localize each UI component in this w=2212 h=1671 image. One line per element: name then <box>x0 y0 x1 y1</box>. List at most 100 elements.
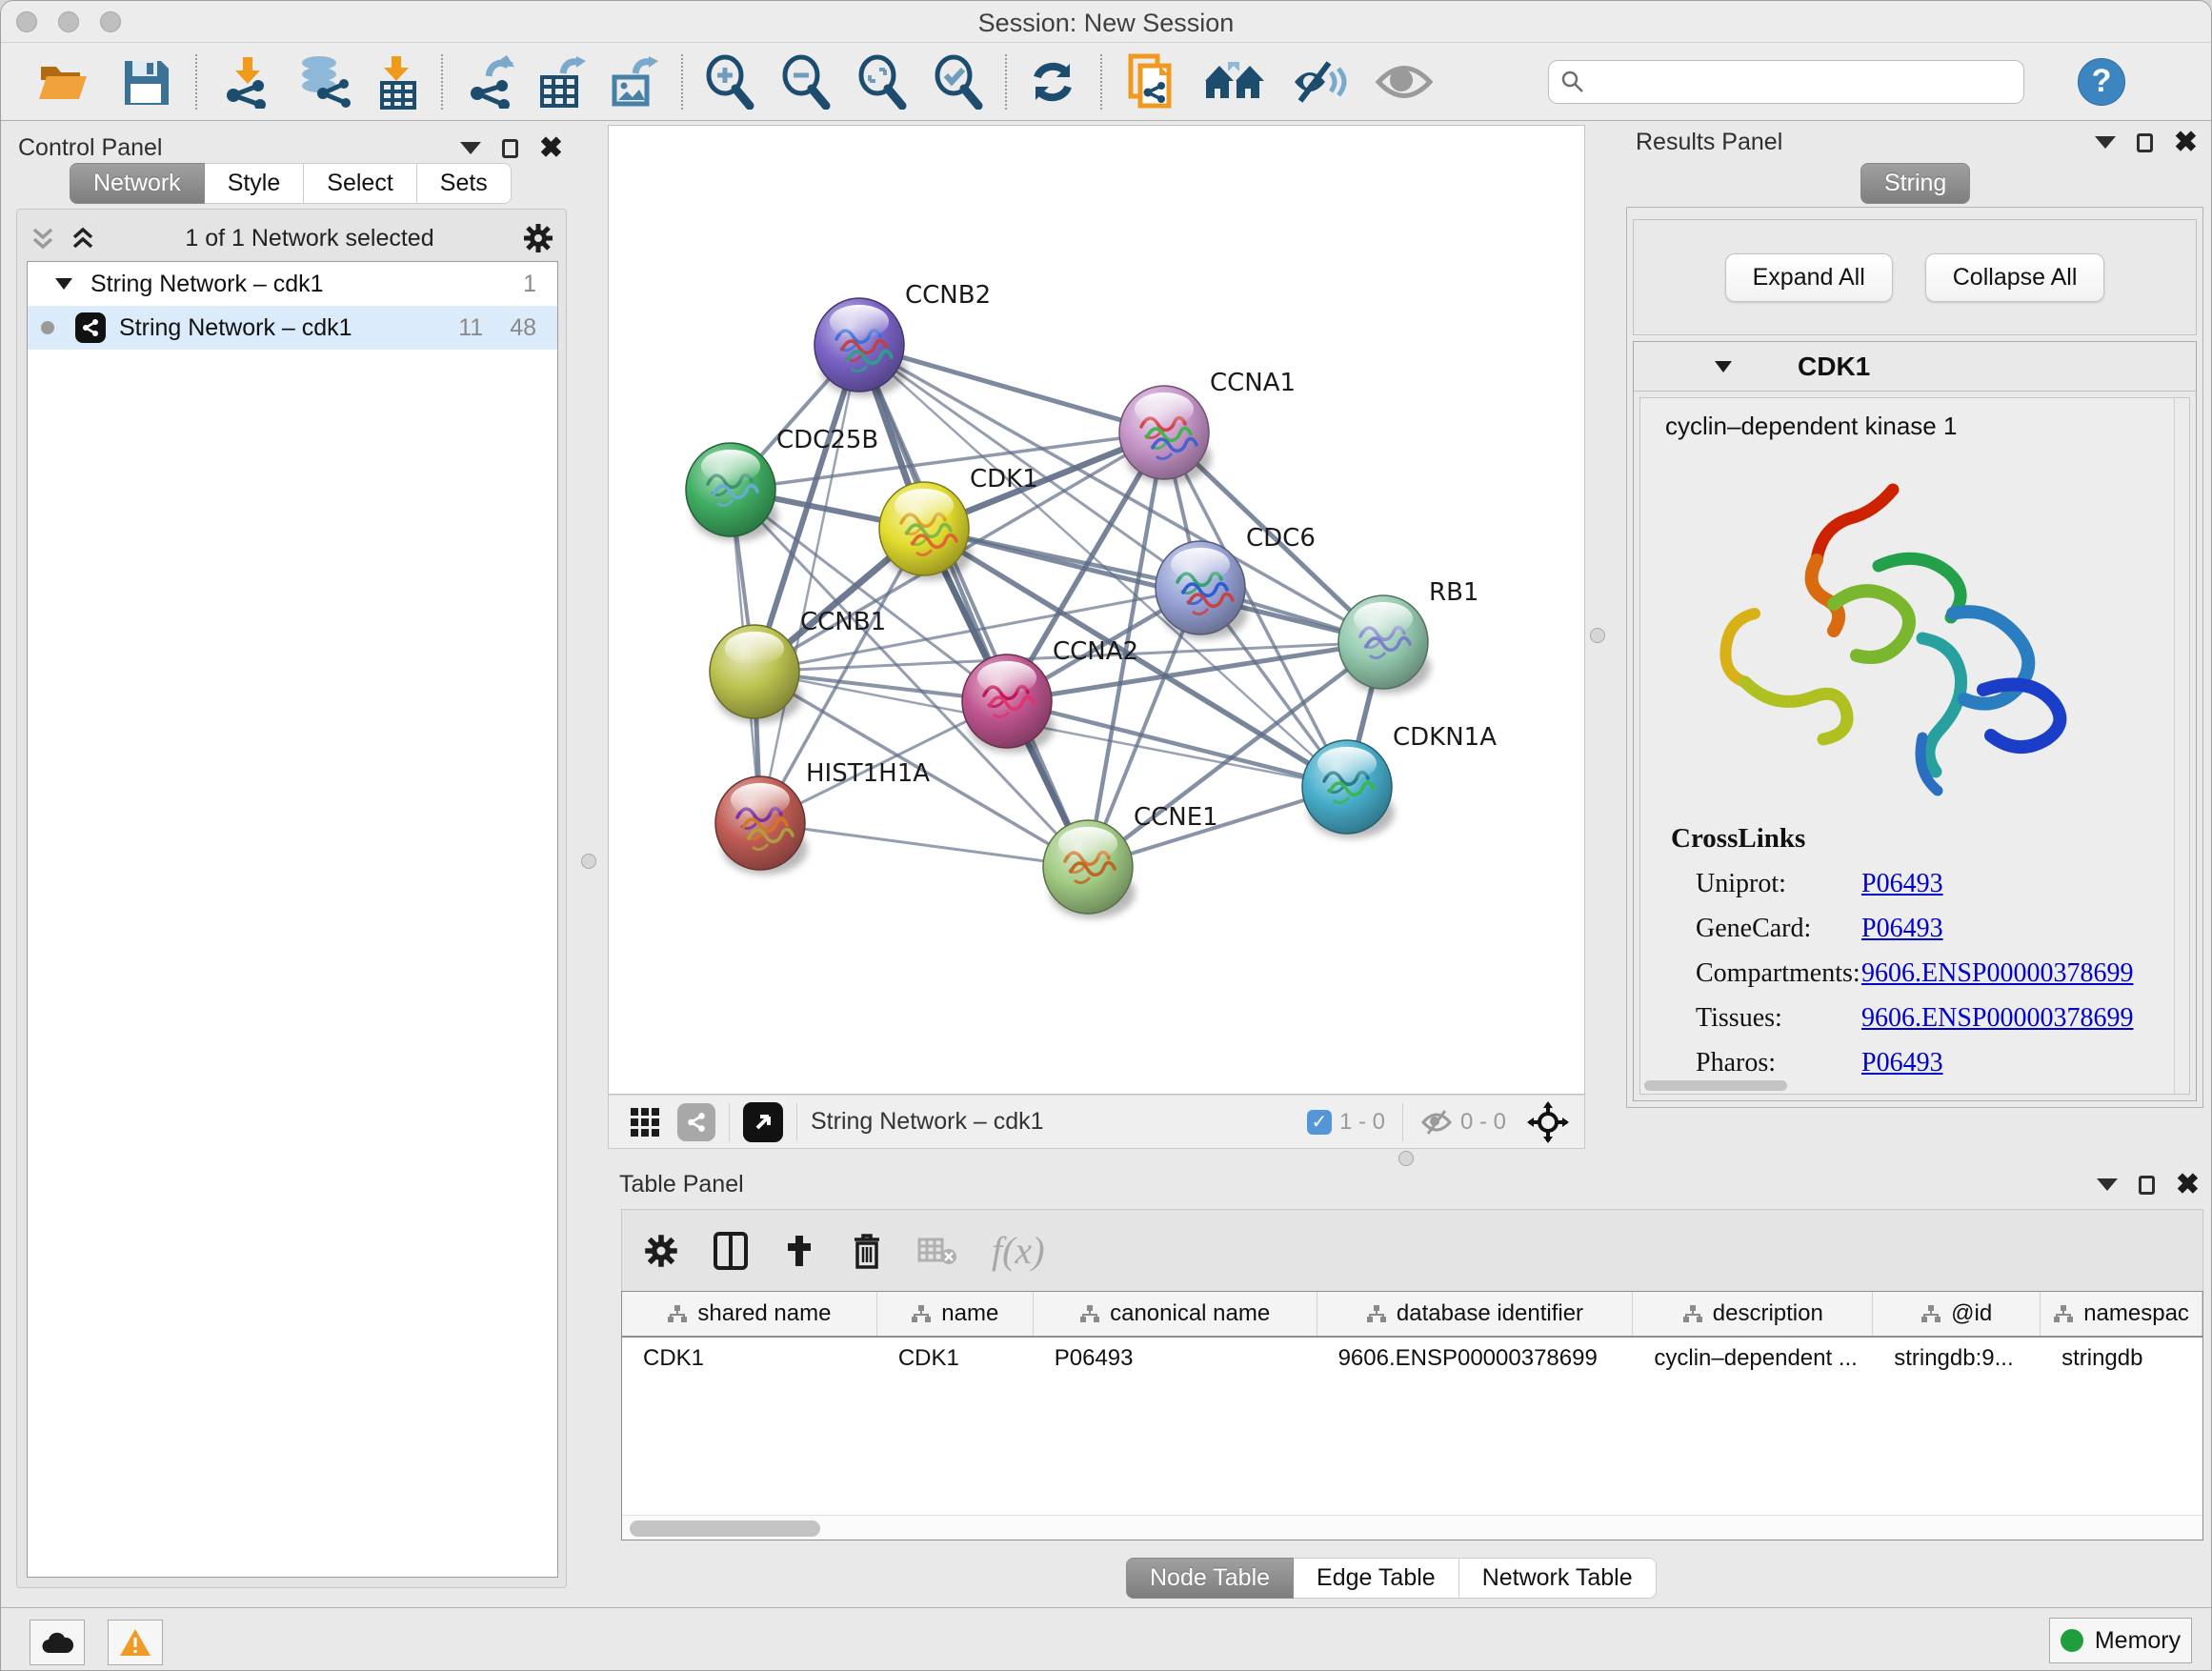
cloud-button[interactable] <box>30 1620 85 1665</box>
open-folder-icon[interactable] <box>35 53 90 111</box>
tab-string[interactable]: String <box>1860 163 1970 204</box>
export-image-icon[interactable] <box>607 53 660 111</box>
float-panel-icon[interactable] <box>460 142 481 154</box>
network-node-CDK1[interactable]: CDK1 <box>879 465 1038 580</box>
table-cell[interactable]: P06493 <box>1034 1338 1317 1381</box>
results-horizontal-scrollbar[interactable] <box>1644 1080 1787 1091</box>
table-cell[interactable]: CDK1 <box>877 1338 1034 1381</box>
add-column-icon[interactable] <box>782 1234 816 1268</box>
collapse-all-button[interactable]: Collapse All <box>1925 253 2105 302</box>
tab-network[interactable]: Network <box>70 163 205 204</box>
network-edge[interactable] <box>859 345 1164 433</box>
network-node-CCNA1[interactable]: CCNA1 <box>1119 369 1296 484</box>
import-table-icon[interactable] <box>374 53 422 111</box>
network-row-selected[interactable]: String Network – cdk1 11 48 <box>28 306 557 350</box>
gene-detail-scroll[interactable]: cyclin–dependent kinase 1 <box>1639 397 2190 1095</box>
crosslink-value-link[interactable]: 9606.ENSP00000378699 <box>1861 958 2133 989</box>
tab-select[interactable]: Select <box>304 163 416 204</box>
save-floppy-icon[interactable] <box>121 53 171 111</box>
network-node-CDKN1A[interactable]: CDKN1A <box>1302 723 1497 838</box>
export-table-icon[interactable] <box>536 53 588 111</box>
birdseye-view-icon[interactable] <box>743 1102 783 1142</box>
maximize-panel-icon[interactable] <box>2137 133 2153 152</box>
share-view-icon[interactable] <box>677 1103 715 1141</box>
vertical-splitter-handle[interactable] <box>581 854 596 869</box>
crosslink-value-link[interactable]: 9606.ENSP00000378699 <box>1861 1003 2133 1034</box>
network-node-RB1[interactable]: RB1 <box>1338 578 1478 694</box>
node-label-CDC25B: CDC25B <box>776 426 878 454</box>
tab-node-table[interactable]: Node Table <box>1126 1558 1294 1599</box>
crosslink-value-link[interactable]: P06493 <box>1861 1048 1943 1078</box>
zoom-selected-icon[interactable] <box>931 53 984 111</box>
show-columns-icon[interactable] <box>714 1232 748 1270</box>
float-panel-icon[interactable] <box>2095 136 2116 149</box>
column-header-canonical-name[interactable]: canonical name <box>1034 1292 1317 1336</box>
vertical-splitter-handle[interactable] <box>1590 628 1605 643</box>
results-panel: Results Panel ✖ String Expand All Collap… <box>1620 125 2207 1108</box>
import-network-icon[interactable] <box>220 53 273 111</box>
crosshair-icon[interactable] <box>1527 1101 1569 1143</box>
close-panel-icon[interactable]: ✖ <box>539 139 563 158</box>
network-edge[interactable] <box>760 823 1088 867</box>
table-cell[interactable]: CDK1 <box>622 1338 877 1381</box>
close-panel-icon[interactable]: ✖ <box>2176 1176 2200 1195</box>
expand-all-button[interactable]: Expand All <box>1725 253 1893 302</box>
table-gear-icon[interactable] <box>643 1233 679 1269</box>
caret-down-icon[interactable] <box>54 276 73 292</box>
search-input[interactable] <box>1593 69 2023 95</box>
memory-button[interactable]: Memory <box>2049 1618 2192 1663</box>
zoom-fit-icon[interactable] <box>855 53 908 111</box>
share-document-icon[interactable] <box>1125 53 1178 111</box>
eye-icon[interactable] <box>1375 53 1434 111</box>
table-row[interactable]: CDK1CDK1P064939606.ENSP00000378699cyclin… <box>622 1338 2202 1381</box>
tab-sets[interactable]: Sets <box>417 163 512 204</box>
table-cell[interactable]: cyclin–dependent ... <box>1633 1338 1873 1381</box>
expand-all-icon[interactable] <box>69 224 97 252</box>
table-horizontal-scrollbar[interactable] <box>622 1515 2202 1540</box>
column-header--id[interactable]: @id <box>1873 1292 2041 1336</box>
warning-button[interactable] <box>108 1620 163 1665</box>
refresh-icon[interactable] <box>1026 53 1079 111</box>
network-edge[interactable] <box>760 345 859 823</box>
eye-slash-icon[interactable] <box>1291 53 1350 111</box>
maximize-panel-icon[interactable] <box>502 139 518 158</box>
collapse-all-icon[interactable] <box>29 224 57 252</box>
grid-view-icon[interactable] <box>628 1105 662 1139</box>
table-cell[interactable]: stringdb:9... <box>1873 1338 2041 1381</box>
column-header-shared-name[interactable]: shared name <box>622 1292 877 1336</box>
delete-column-icon[interactable] <box>851 1232 883 1270</box>
results-vertical-scrollbar[interactable] <box>2174 398 2189 1094</box>
column-header-namespac[interactable]: namespac <box>2041 1292 2202 1336</box>
zoom-in-icon[interactable] <box>702 53 755 111</box>
network-node-CCNB2[interactable]: CCNB2 <box>814 281 991 396</box>
float-panel-icon[interactable] <box>2097 1178 2118 1191</box>
crosslink-value-link[interactable]: P06493 <box>1861 914 1943 944</box>
crosslink-value-link[interactable]: P06493 <box>1861 869 1943 899</box>
export-network-icon[interactable] <box>464 53 517 111</box>
houses-icon[interactable] <box>1203 53 1266 111</box>
table-cell[interactable]: 9606.ENSP00000378699 <box>1317 1338 1634 1381</box>
network-edge[interactable] <box>1007 701 1347 787</box>
horizontal-splitter-handle[interactable] <box>1398 1151 1414 1166</box>
hidden-eye-icon[interactable] <box>1420 1109 1453 1136</box>
node-table[interactable]: shared namenamecanonical namedatabase id… <box>621 1291 2203 1540</box>
maximize-panel-icon[interactable] <box>2139 1176 2155 1195</box>
import-database-icon[interactable] <box>294 53 353 111</box>
help-icon[interactable]: ? <box>2078 58 2125 106</box>
network-node-HIST1H1A[interactable]: HIST1H1A <box>715 759 930 875</box>
memory-label: Memory <box>2095 1627 2181 1655</box>
network-canvas[interactable]: CCNB2CCNA1CDC25BCDK1CDC6RB1CCNB1CCNA2CDK… <box>608 125 1585 1095</box>
zoom-out-icon[interactable] <box>778 53 832 111</box>
table-cell[interactable]: stringdb <box>2041 1338 2202 1381</box>
collapse-entry-icon[interactable] <box>1714 359 1733 374</box>
column-header-name[interactable]: name <box>877 1292 1034 1336</box>
column-header-description[interactable]: description <box>1633 1292 1873 1336</box>
tab-network-table[interactable]: Network Table <box>1459 1558 1657 1599</box>
selected-checkbox-icon[interactable]: ✓ <box>1307 1110 1332 1135</box>
column-header-database-identifier[interactable]: database identifier <box>1317 1292 1634 1336</box>
tab-edge-table[interactable]: Edge Table <box>1294 1558 1459 1599</box>
close-panel-icon[interactable]: ✖ <box>2174 133 2198 152</box>
network-collection-row[interactable]: String Network – cdk1 1 <box>28 262 557 306</box>
gear-icon[interactable] <box>522 222 554 254</box>
tab-style[interactable]: Style <box>205 163 305 204</box>
